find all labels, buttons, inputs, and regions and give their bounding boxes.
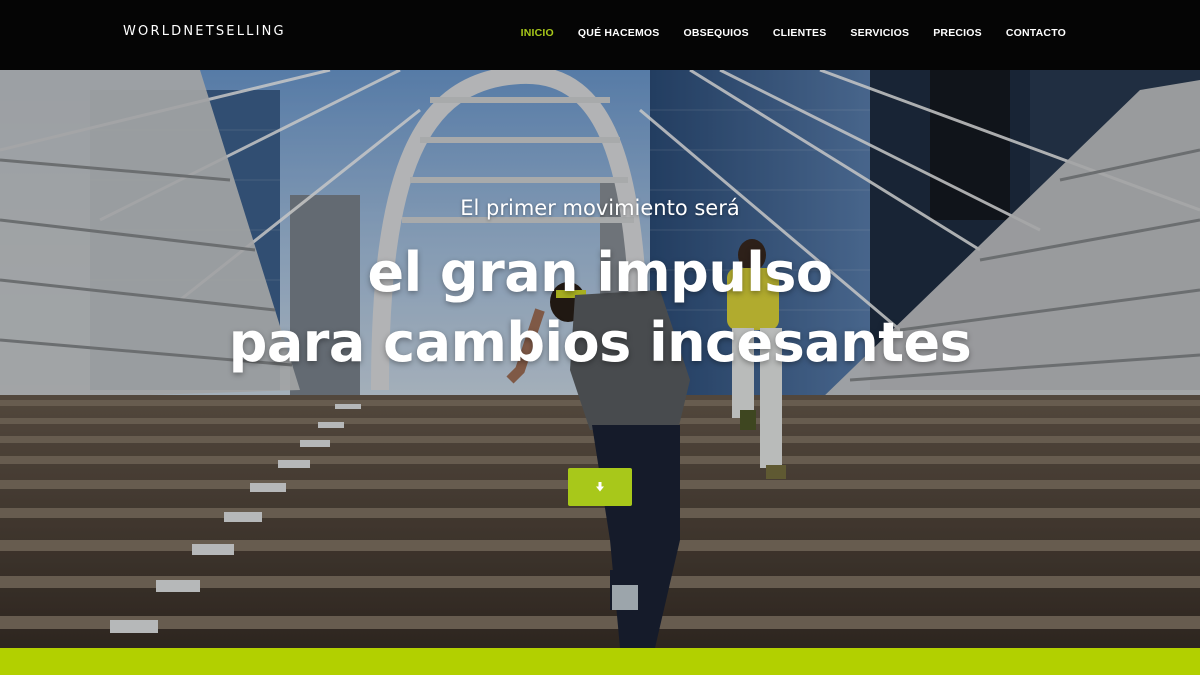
hero-subtitle: El primer movimiento será [460,196,740,220]
menu-item-obsequios: OBSEQUIOS [671,26,760,40]
menu-item-servicios: SERVICIOS [838,26,921,40]
menu-item-clientes: CLIENTES [761,26,839,40]
menu-item-que-hacemos: QUÉ HACEMOS [566,26,672,40]
menu-link-servicios[interactable]: SERVICIOS [838,26,921,40]
navbar: WORLDNETSELLING INICIO QUÉ HACEMOS OBSEQ… [0,0,1200,70]
site-logo[interactable]: WORLDNETSELLING [123,24,286,39]
menu-link-que-hacemos[interactable]: QUÉ HACEMOS [566,26,672,40]
hero-title-line-1: el gran impulso [367,241,833,304]
menu-item-contacto: CONTACTO [994,26,1066,40]
menu-link-precios[interactable]: PRECIOS [921,26,994,40]
scroll-down-button[interactable] [568,468,632,506]
menu-link-clientes[interactable]: CLIENTES [761,26,839,40]
accent-bar [0,648,1200,675]
menu-link-contacto[interactable]: CONTACTO [994,26,1066,40]
menu-link-obsequios[interactable]: OBSEQUIOS [671,26,760,40]
arrow-down-icon [596,482,604,492]
hero-section: El primer movimiento será el gran impuls… [0,70,1200,648]
hero-title: el gran impulso para cambios incesantes [0,238,1200,378]
menu-item-precios: PRECIOS [921,26,994,40]
menu-link-inicio[interactable]: INICIO [509,26,566,40]
menu-item-inicio: INICIO [509,26,566,40]
hero-title-line-2: para cambios incesantes [228,311,972,374]
page: WORLDNETSELLING INICIO QUÉ HACEMOS OBSEQ… [0,0,1200,675]
main-menu: INICIO QUÉ HACEMOS OBSEQUIOS CLIENTES SE… [509,26,1066,40]
